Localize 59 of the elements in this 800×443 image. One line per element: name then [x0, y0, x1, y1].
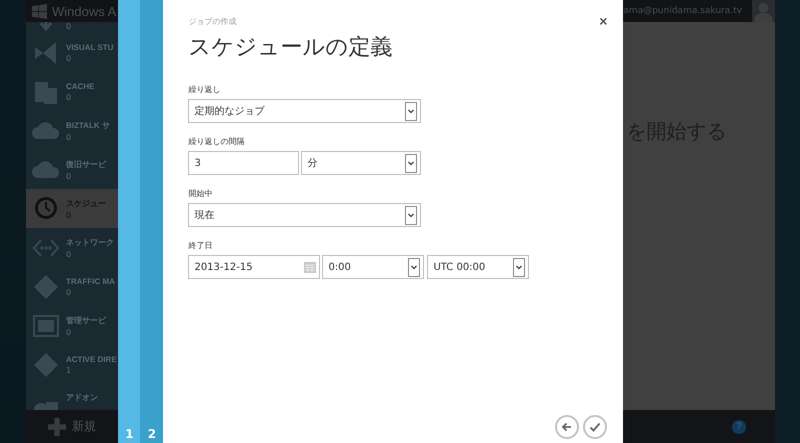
service-name: ネットワーク	[66, 236, 114, 248]
dialog-title: スケジュールの定義	[188, 34, 394, 62]
service-count: 0	[66, 132, 72, 142]
service-count: 0	[66, 328, 72, 336]
dropdown[interactable]: 定期的なジョブ	[188, 99, 422, 123]
diamond-icon	[32, 272, 60, 300]
service-count: 0	[66, 22, 72, 31]
sidebar-item[interactable]: VISUAL STU 0	[26, 33, 118, 72]
dropdown[interactable]: 0:00	[322, 255, 424, 279]
sidebar-item[interactable]: CACHE 0	[26, 72, 118, 111]
dropdown[interactable]: UTC 00:00	[427, 255, 530, 279]
service-name: TRAFFIC MA	[66, 276, 115, 286]
service-name: VISUAL STU	[66, 42, 114, 52]
date-field[interactable]: 2013-12-15	[188, 255, 320, 279]
field-label: 開始中	[188, 188, 214, 199]
app-title: Windows A	[52, 4, 116, 18]
service-name: CACHE	[66, 82, 94, 90]
windows-logo-icon	[32, 4, 47, 18]
caret-icon	[405, 154, 418, 172]
help-button[interactable]: ?	[732, 420, 746, 434]
sidebar-item[interactable]: アドオン	[26, 384, 118, 410]
service-count: 0	[66, 288, 72, 296]
caret-icon	[405, 102, 418, 120]
field-label: 繰り返しの間隔	[188, 136, 246, 147]
field-label: 繰り返し	[188, 84, 222, 95]
sidebar-item[interactable]: TRAFFIC MA 0	[26, 267, 118, 306]
dialog-subtitle: ジョブの作成	[188, 16, 236, 26]
wizard-step[interactable]: 2	[140, 0, 164, 443]
service-count: 1	[66, 366, 72, 374]
sidebar-item[interactable]: 復旧サービ 0	[26, 150, 118, 189]
service-count: 0	[66, 54, 72, 62]
back-button[interactable]	[555, 415, 580, 439]
diamond-icon	[32, 350, 60, 378]
sidebar-item[interactable]: ACTIVE DIRE 1	[26, 345, 118, 384]
input-field[interactable]: 3	[188, 151, 300, 175]
service-count: 0	[66, 250, 72, 258]
service-name: ACTIVE DIRE	[66, 354, 117, 364]
dropdown[interactable]: 分	[301, 151, 422, 175]
caret-icon	[405, 206, 418, 224]
checkmark-icon	[589, 421, 602, 433]
dropdown[interactable]: 現在	[188, 203, 422, 227]
service-name: BIZTALK サ	[66, 120, 110, 130]
field-label: 終了日	[188, 240, 214, 251]
finish-button[interactable]	[583, 415, 608, 439]
close-button[interactable]: ×	[599, 14, 608, 28]
sidebar-item[interactable]: BIZTALK サ 0	[26, 111, 118, 150]
sidebar-item[interactable]: ネットワーク 0	[26, 228, 118, 267]
wizard-step[interactable]: 1	[118, 0, 140, 443]
plus-icon	[48, 418, 66, 436]
service-count: 0	[66, 92, 72, 102]
service-name: 管理サービ	[66, 314, 106, 326]
service-count: 0	[66, 172, 72, 180]
sidebar-item[interactable]: 0	[26, 22, 118, 33]
service-name: 復旧サービ	[66, 158, 106, 170]
left-arrow-icon	[561, 421, 574, 433]
sidebar-item[interactable]: 管理サービ 0	[26, 306, 118, 345]
service-name: アドオン	[66, 392, 98, 403]
caret-icon	[408, 258, 420, 276]
caret-icon	[513, 258, 526, 276]
